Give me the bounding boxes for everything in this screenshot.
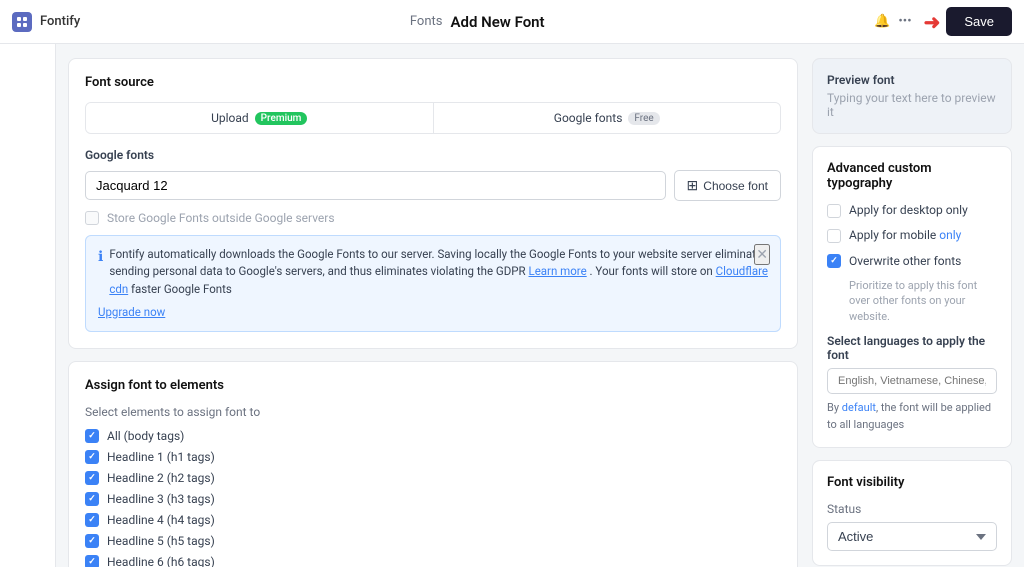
list-item: Headline 5 (h5 tags) <box>85 534 781 548</box>
topbar: Fontify Fonts Add New Font 🔔 ••• ➜ Save <box>0 0 1024 44</box>
choose-font-button[interactable]: ⊞ Choose font <box>674 170 781 201</box>
adv-title: Advanced custom typography <box>827 161 997 191</box>
font-input-row: ⊞ Choose font <box>85 170 781 201</box>
info-box-header: ℹ Fontify automatically downloads the Go… <box>98 246 768 298</box>
status-select[interactable]: Active Inactive <box>827 522 997 551</box>
font-source-title: Font source <box>85 75 781 90</box>
overwrite-checkbox[interactable] <box>827 254 841 268</box>
assign-subtitle: Select elements to assign font to <box>85 405 781 419</box>
list-item: Headline 3 (h3 tags) <box>85 492 781 506</box>
checkbox-h2[interactable] <box>85 471 99 485</box>
info-close-button[interactable]: ✕ <box>754 244 770 265</box>
checkbox-h3[interactable] <box>85 492 99 506</box>
element-checkbox-list: All (body tags) Headline 1 (h1 tags) Hea… <box>85 429 781 567</box>
checkbox-h1[interactable] <box>85 450 99 464</box>
arrow-indicator: ➜ <box>924 10 941 34</box>
page-title: Add New Font <box>450 13 544 31</box>
checkbox-h5[interactable] <box>85 534 99 548</box>
left-panel: Font source Upload Premium Google fonts … <box>68 58 798 553</box>
list-item: All (body tags) <box>85 429 781 443</box>
google-fonts-label: Google fonts <box>85 148 781 162</box>
sidebar <box>0 44 56 567</box>
list-item: Headline 6 (h6 tags) <box>85 555 781 567</box>
mobile-checkbox[interactable] <box>827 229 841 243</box>
font-source-tabs: Upload Premium Google fonts Free <box>85 102 781 134</box>
topbar-icons: 🔔 ••• <box>874 14 911 29</box>
info-icon: ℹ <box>98 247 103 268</box>
learn-more-link[interactable]: Learn more <box>529 264 587 278</box>
store-option: Store Google Fonts outside Google server… <box>85 211 781 225</box>
desktop-checkbox[interactable] <box>827 204 841 218</box>
topbar-right: 🔔 ••• ➜ Save <box>874 7 1012 36</box>
overwrite-option: Overwrite other fonts Prioritize to appl… <box>827 253 997 324</box>
upload-label: Upload <box>211 111 249 125</box>
assign-font-title: Assign font to elements <box>85 378 781 393</box>
preview-card: Preview font Typing your text here to pr… <box>812 58 1012 134</box>
main: Font source Upload Premium Google fonts … <box>0 44 1024 567</box>
list-item: Headline 1 (h1 tags) <box>85 450 781 464</box>
mobile-option: Apply for mobile only <box>827 228 997 243</box>
visibility-title: Font visibility <box>827 475 997 490</box>
languages-input[interactable] <box>827 368 997 394</box>
store-checkbox[interactable] <box>85 211 99 225</box>
save-button[interactable]: Save <box>946 7 1012 36</box>
assign-font-card: Assign font to elements Select elements … <box>68 361 798 567</box>
checkbox-h6[interactable] <box>85 555 99 567</box>
info-box: ✕ ℹ Fontify automatically downloads the … <box>85 235 781 332</box>
upgrade-link[interactable]: Upgrade now <box>98 304 768 321</box>
list-item: Headline 2 (h2 tags) <box>85 471 781 485</box>
font-visibility-card: Font visibility Status Active Inactive <box>812 460 1012 566</box>
list-item: Headline 4 (h4 tags) <box>85 513 781 527</box>
overwrite-sub: Prioritize to apply this font over other… <box>849 278 997 324</box>
bell-icon[interactable]: 🔔 <box>874 14 890 29</box>
content: Font source Upload Premium Google fonts … <box>56 44 1024 567</box>
tab-upload[interactable]: Upload Premium <box>86 103 433 133</box>
mobile-label: Apply for mobile only <box>849 228 961 242</box>
breadcrumb-fonts[interactable]: Fonts <box>410 14 443 29</box>
preview-label: Preview font <box>827 73 997 87</box>
font-source-card: Font source Upload Premium Google fonts … <box>68 58 798 349</box>
app-icon <box>12 12 32 32</box>
app-name: Fontify <box>40 14 80 29</box>
languages-label: Select languages to apply the font <box>827 334 997 362</box>
more-icon[interactable]: ••• <box>898 14 911 29</box>
font-name-input[interactable] <box>85 171 666 200</box>
store-label: Store Google Fonts outside Google server… <box>107 211 335 225</box>
save-btn-wrapper: ➜ Save <box>924 7 1012 36</box>
free-badge: Free <box>628 112 659 125</box>
topbar-left: Fontify <box>12 12 80 32</box>
google-label: Google fonts <box>554 111 623 125</box>
lang-note: By default, the font will be applied to … <box>827 400 997 433</box>
info-text: Fontify automatically downloads the Goog… <box>109 246 768 298</box>
font-icon: ⊞ <box>687 177 699 194</box>
topbar-center: Fonts Add New Font <box>410 13 545 31</box>
advanced-typography-card: Advanced custom typography Apply for des… <box>812 146 1012 448</box>
desktop-option: Apply for desktop only <box>827 203 997 218</box>
desktop-label: Apply for desktop only <box>849 203 968 217</box>
right-panel: Preview font Typing your text here to pr… <box>812 58 1012 553</box>
premium-badge: Premium <box>255 112 308 125</box>
checkbox-h4[interactable] <box>85 513 99 527</box>
status-label: Status <box>827 502 997 516</box>
preview-placeholder[interactable]: Typing your text here to preview it <box>827 91 997 119</box>
tab-google[interactable]: Google fonts Free <box>434 103 781 133</box>
overwrite-label: Overwrite other fonts <box>849 254 961 268</box>
checkbox-all[interactable] <box>85 429 99 443</box>
